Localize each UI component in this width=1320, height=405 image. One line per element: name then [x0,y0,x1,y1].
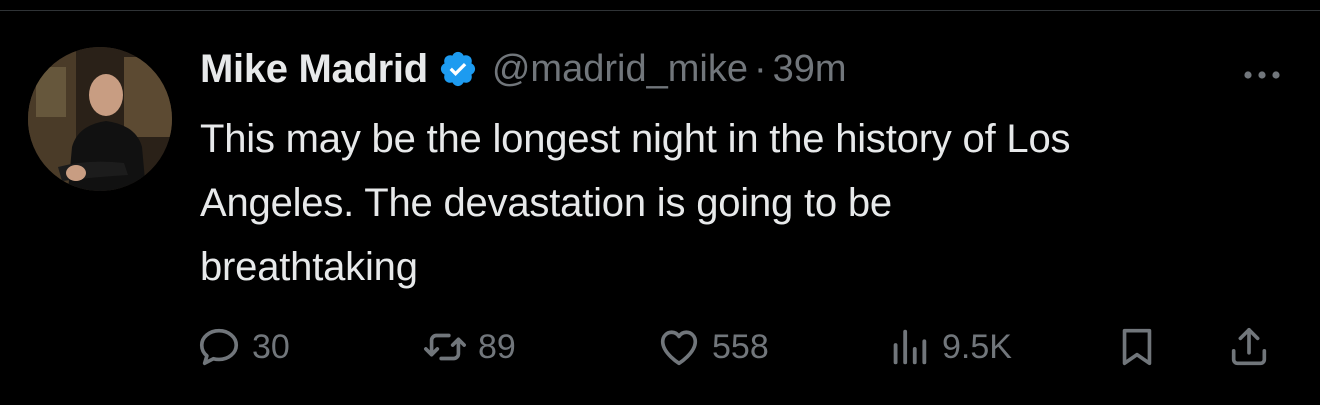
avatar[interactable] [28,47,172,191]
top-divider [0,0,1320,11]
tweet-text-line: breathtaking [200,245,418,289]
views-button[interactable]: 9.5K [886,319,1012,375]
views-icon [893,329,927,365]
avatar-photo [28,47,172,191]
reply-icon [199,328,239,366]
like-count: 558 [712,327,769,366]
repost-icon [424,333,466,361]
repost-count: 89 [478,327,516,366]
separator-dot: · [753,47,767,90]
tweet-header: Mike Madrid @madrid_mike · 39m [200,41,847,97]
tweet[interactable]: Mike Madrid @madrid_mike · 39m This may … [0,11,1320,405]
share-button[interactable] [1226,319,1272,375]
share-icon [1231,327,1267,366]
more-options-icon[interactable] [1238,63,1286,87]
heart-icon [660,330,698,366]
action-bar: 30 89 558 9.5K [196,319,1296,375]
tweet-text-line: Angeles. The devastation is going to be [200,181,892,225]
display-name[interactable]: Mike Madrid [200,47,428,92]
bookmark-icon [1122,328,1152,366]
bookmark-button[interactable] [1114,319,1160,375]
verified-badge-icon [438,49,478,89]
user-handle[interactable]: @madrid_mike [492,48,748,91]
tweet-text-line: This may be the longest night in the his… [200,117,1071,161]
views-count: 9.5K [942,327,1012,366]
reply-count: 30 [252,327,290,366]
repost-button[interactable]: 89 [422,319,516,375]
reply-button[interactable]: 30 [196,319,290,375]
like-button[interactable]: 558 [656,319,769,375]
timestamp[interactable]: 39m [773,48,847,91]
tweet-text: This may be the longest night in the his… [200,107,1290,299]
